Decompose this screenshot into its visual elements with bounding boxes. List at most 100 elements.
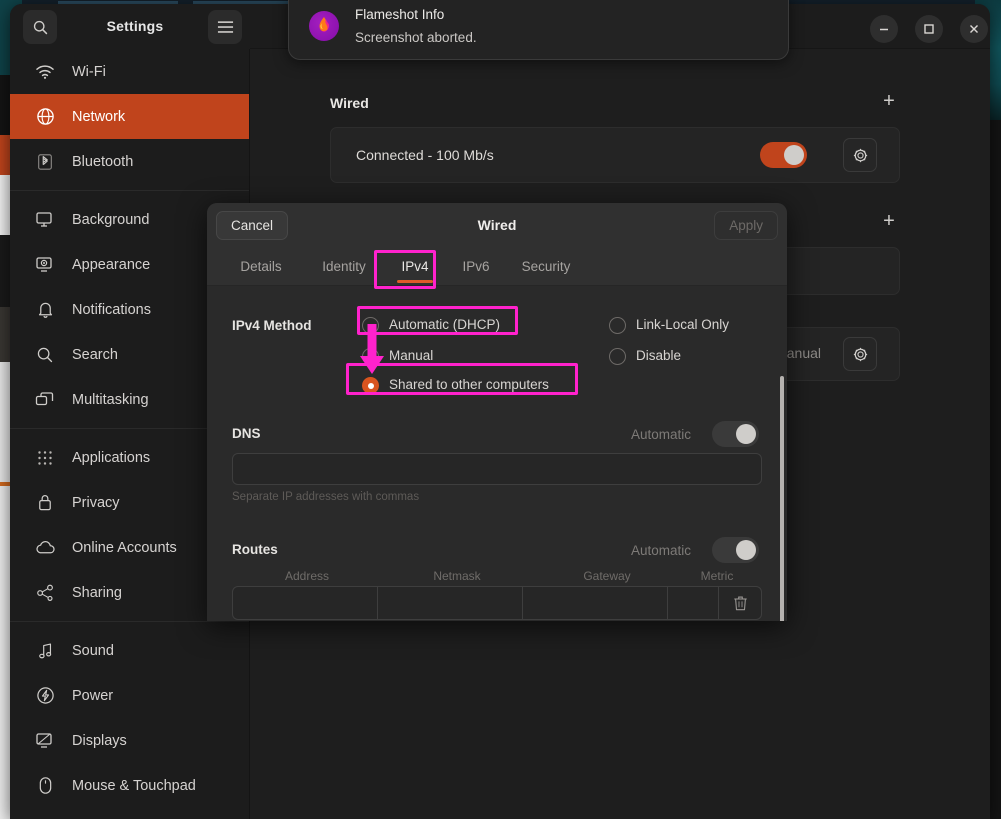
tab-ipv4[interactable]: IPv4 [389,247,441,286]
routes-col-gateway: Gateway [583,569,631,583]
proxy-settings-button[interactable] [843,337,877,371]
radio-automatic-dhcp[interactable] [362,317,379,334]
wired-settings-button[interactable] [843,138,877,172]
radio-manual[interactable] [362,348,379,365]
dns-input[interactable] [232,453,762,485]
radio-shared-to-other-computers[interactable] [362,377,379,394]
routes-label: Routes [232,542,278,557]
appearance-icon [34,254,56,276]
sidebar-item-displays[interactable]: Displays [10,718,249,763]
radio-label-disable: Disable [636,348,682,363]
dns-automatic-toggle[interactable] [712,421,759,447]
radio-link-local-only[interactable] [609,317,626,334]
connection-status-label: Connected - 100 Mb/s [356,147,494,163]
wired-connection-card: Connected - 100 Mb/s [330,127,900,183]
windows-icon [34,389,56,411]
tab-ipv6[interactable]: IPv6 [450,247,502,286]
add-vpn-connection-button[interactable]: + [880,211,898,231]
radio-label-link-local-only: Link-Local Only [636,317,730,332]
cloud-icon [34,537,56,559]
globe-icon [34,106,56,128]
route-netmask-input[interactable] [378,587,523,619]
active-tab-underline [397,280,433,283]
dialog-header: Cancel Wired Apply [207,203,787,247]
sidebar-item-label: Multitasking [72,391,149,408]
minimize-button[interactable] [870,15,898,43]
tab-label: IPv4 [401,259,429,274]
sidebar-item-wifi[interactable]: Wi-Fi [10,49,249,94]
display-icon [34,730,56,752]
maximize-icon [924,24,934,34]
sidebar-item-label: Power [72,687,114,704]
search-button[interactable] [23,10,57,44]
gear-icon [853,347,867,361]
tab-label: Details [240,259,282,274]
bell-icon [34,299,56,321]
wired-toggle[interactable] [760,142,807,168]
radio-label-manual: Manual [389,348,434,363]
tab-details[interactable]: Details [225,247,297,286]
sidebar-item-bluetooth[interactable]: Bluetooth [10,139,249,184]
sidebar-item-label: Applications [72,449,151,466]
sidebar-item-label: Bluetooth [72,153,134,170]
sidebar-item-power[interactable]: Power [10,673,249,718]
sidebar-item-sound[interactable]: Sound [10,628,249,673]
notification-app-name: Flameshot Info [355,7,445,22]
delete-route-button[interactable] [719,587,761,619]
radio-label-shared-to-other-computers: Shared to other computers [389,377,549,392]
share-icon [34,582,56,604]
toggle-knob [784,145,804,165]
sidebar-item-mouse-touchpad[interactable]: Mouse & Touchpad [10,763,249,808]
tab-identity[interactable]: Identity [307,247,381,286]
sidebar-item-label: Network [72,108,126,125]
wired-section-title: Wired [330,95,369,111]
tab-label: IPv6 [462,259,490,274]
search-icon [34,344,56,366]
sidebar-item-label: Background [72,211,150,228]
table-row [232,586,762,620]
wifi-icon [34,61,56,83]
routes-automatic-label: Automatic [631,543,692,558]
music-note-icon [34,640,56,662]
maximize-button[interactable] [915,15,943,43]
tab-label: Security [521,259,571,274]
sidebar-divider [10,190,249,191]
flameshot-flame-icon [309,11,339,41]
close-button[interactable] [960,15,988,43]
routes-col-metric: Metric [700,569,734,583]
tab-security[interactable]: Security [510,247,582,286]
monitor-icon [34,209,56,231]
toggle-knob [736,540,756,560]
apply-button[interactable]: Apply [714,211,778,240]
wired-connection-dialog: Cancel Wired Apply Details Identity IPv4… [207,203,787,621]
sidebar-item-label: Displays [72,732,127,749]
add-wired-connection-button[interactable]: + [880,91,898,111]
sidebar-item-network[interactable]: Network [10,94,249,139]
sidebar-divider [10,621,249,622]
dns-automatic-label: Automatic [631,427,692,442]
sidebar-item-label: Appearance [72,256,151,273]
route-gateway-input[interactable] [523,587,668,619]
gear-icon [853,148,867,162]
routes-automatic-toggle[interactable] [712,537,759,563]
notification-popup[interactable]: Flameshot Info Screenshot aborted. [288,0,789,60]
tab-label: Identity [322,259,366,274]
sidebar-item-label: Notifications [72,301,151,318]
dialog-tabs: Details Identity IPv4 IPv6 Security [207,247,787,286]
sidebar-item-label: Online Accounts [72,539,177,556]
notification-message: Screenshot aborted. [355,30,477,45]
sidebar-item-keyboard[interactable]: Keyboard [10,808,249,819]
dialog-title: Wired [477,217,517,233]
radio-label-automatic-dhcp: Automatic (DHCP) [389,317,501,332]
dns-hint: Separate IP addresses with commas [232,491,420,503]
hamburger-menu-icon [217,21,233,33]
trash-icon [733,596,747,611]
radio-disable[interactable] [609,348,626,365]
route-address-input[interactable] [233,587,378,619]
sidebar-item-label: Wi-Fi [72,63,106,80]
dialog-scrollbar[interactable] [780,376,784,621]
toggle-knob [736,424,756,444]
route-metric-input[interactable] [668,587,719,619]
main-menu-button[interactable] [208,10,242,44]
sidebar-item-label: Sharing [72,584,122,601]
